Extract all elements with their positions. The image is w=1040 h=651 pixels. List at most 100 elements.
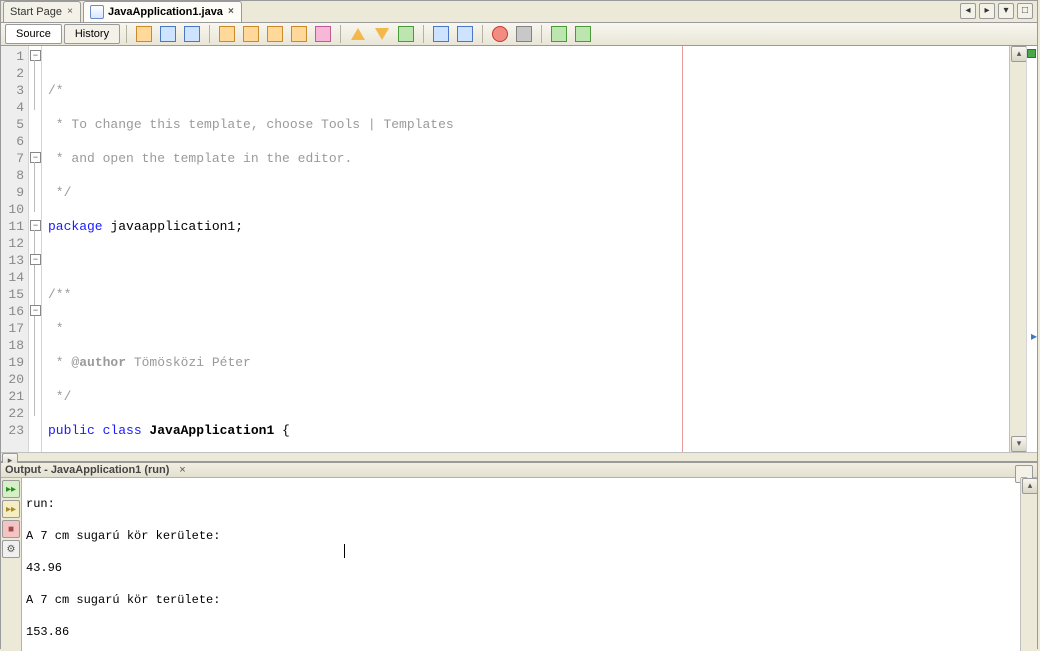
line-number: 20 (1, 371, 24, 388)
line-number: 16 (1, 303, 24, 320)
scroll-up-icon[interactable]: ▴ (1022, 478, 1038, 494)
line-number: 12 (1, 235, 24, 252)
fold-toggle-icon[interactable]: − (30, 220, 41, 231)
stop-icon (516, 26, 532, 42)
java-file-icon (90, 5, 104, 19)
rerun-alt-button[interactable]: ▸▸ (2, 500, 20, 518)
output-tools: ▸▸ ▸▸ ■ ⚙ (1, 478, 22, 651)
line-number: 14 (1, 269, 24, 286)
source-tab[interactable]: Source (5, 24, 62, 44)
separator (126, 25, 127, 43)
stop-button[interactable]: ■ (2, 520, 20, 538)
code-text: { (274, 423, 290, 438)
find-next-button[interactable] (264, 23, 286, 45)
code-text: /** (48, 287, 71, 302)
close-icon[interactable]: × (175, 463, 189, 477)
scroll-left-button[interactable]: ◂ (960, 3, 976, 19)
last-edit-button[interactable] (133, 23, 155, 45)
fold-toggle-icon[interactable]: − (30, 152, 41, 163)
line-number: 3 (1, 82, 24, 99)
history-tab[interactable]: History (64, 24, 120, 44)
prev-bookmark-button[interactable] (347, 23, 369, 45)
error-stripe[interactable]: ▸ (1026, 46, 1037, 452)
find-prev-button[interactable] (240, 23, 262, 45)
code-text: */ (48, 389, 71, 404)
horizontal-scrollbar[interactable]: ◂ ▸ (1, 452, 1037, 461)
fold-toggle-icon[interactable]: − (30, 305, 41, 316)
line-number: 22 (1, 405, 24, 422)
output-line: 153.86 (26, 624, 1016, 640)
file-tabs: Start Page × JavaApplication1.java × ◂ ▸… (1, 1, 1037, 23)
macro-record-button[interactable] (489, 23, 511, 45)
separator (541, 25, 542, 43)
line-number: 2 (1, 65, 24, 82)
output-title-bar[interactable]: Output - JavaApplication1 (run) × _ (1, 463, 1037, 478)
maximize-button[interactable]: □ (1017, 3, 1033, 19)
tab-java-file[interactable]: JavaApplication1.java × (83, 1, 242, 22)
shift-right-button[interactable] (454, 23, 476, 45)
find-sel-button[interactable] (216, 23, 238, 45)
code-editor[interactable]: /* * To change this template, choose Too… (42, 46, 1009, 452)
uncomment-button[interactable] (572, 23, 594, 45)
tabs-menu-button[interactable]: ▾ (998, 3, 1014, 19)
uncomment-icon (575, 26, 591, 42)
line-number: 7 (1, 150, 24, 167)
highlight-button[interactable] (288, 23, 310, 45)
indent-icon (433, 26, 449, 42)
fold-line (34, 162, 35, 212)
line-number: 23 (1, 422, 24, 439)
close-icon[interactable]: × (66, 8, 74, 16)
next-bookmark-button[interactable] (371, 23, 393, 45)
nav-icon (184, 26, 200, 42)
fold-column[interactable]: − − − − − (29, 46, 42, 452)
output-line: run: (26, 496, 1016, 512)
highlight-icon (291, 26, 307, 42)
settings-button[interactable]: ⚙ (2, 540, 20, 558)
tab-label: Start Page (10, 6, 62, 18)
toggle-bookmark-button[interactable] (395, 23, 417, 45)
bookmark-button[interactable] (312, 23, 334, 45)
code-text: */ (48, 185, 71, 200)
code-text: JavaApplication1 (149, 423, 274, 438)
line-number: 17 (1, 320, 24, 337)
find-icon (243, 26, 259, 42)
tab-label: JavaApplication1.java (108, 6, 223, 18)
fold-toggle-icon[interactable]: − (30, 254, 41, 265)
arrow-icon (136, 26, 152, 42)
margin-line (682, 46, 683, 452)
tab-start-page[interactable]: Start Page × (3, 1, 81, 22)
output-title: Output - JavaApplication1 (run) (5, 464, 169, 476)
code-text: * and open the template in the editor. (48, 151, 352, 166)
close-icon[interactable]: × (227, 8, 235, 16)
output-line: A 7 cm sugarú kör kerülete: (26, 528, 1016, 544)
bookmark-icon (315, 26, 331, 42)
comment-icon (551, 26, 567, 42)
fold-toggle-icon[interactable]: − (30, 50, 41, 61)
nav-fwd-button[interactable] (181, 23, 203, 45)
tab-controls: ◂ ▸ ▾ □ (960, 3, 1033, 19)
macro-stop-button[interactable] (513, 23, 535, 45)
comment-button[interactable] (548, 23, 570, 45)
line-number: 5 (1, 116, 24, 133)
rerun-button[interactable]: ▸▸ (2, 480, 20, 498)
find-icon (267, 26, 283, 42)
line-number: 15 (1, 286, 24, 303)
code-text: javaapplication1; (103, 219, 243, 234)
vertical-scrollbar[interactable]: ▴ ▾ (1020, 478, 1037, 651)
output-text[interactable]: run: A 7 cm sugarú kör kerülete: 43.96 A… (22, 478, 1020, 651)
shift-left-button[interactable] (430, 23, 452, 45)
separator (423, 25, 424, 43)
scroll-right-button[interactable]: ▸ (979, 3, 995, 19)
code-text: Tömösközi Péter (126, 355, 251, 370)
line-number: 21 (1, 388, 24, 405)
scroll-up-icon[interactable]: ▴ (1011, 46, 1027, 62)
vertical-scrollbar[interactable]: ▴ ▾ (1009, 46, 1026, 452)
line-number: 4 (1, 99, 24, 116)
status-ok-icon (1027, 49, 1036, 58)
nav-back-button[interactable] (157, 23, 179, 45)
line-number: 6 (1, 133, 24, 150)
scroll-down-icon[interactable]: ▾ (1011, 436, 1027, 452)
text-cursor (344, 544, 345, 558)
line-gutter[interactable]: 1 2 3 4 5 6 7 8 9 10 11 12 13 14 15 16 1… (1, 46, 29, 452)
line-number: 18 (1, 337, 24, 354)
